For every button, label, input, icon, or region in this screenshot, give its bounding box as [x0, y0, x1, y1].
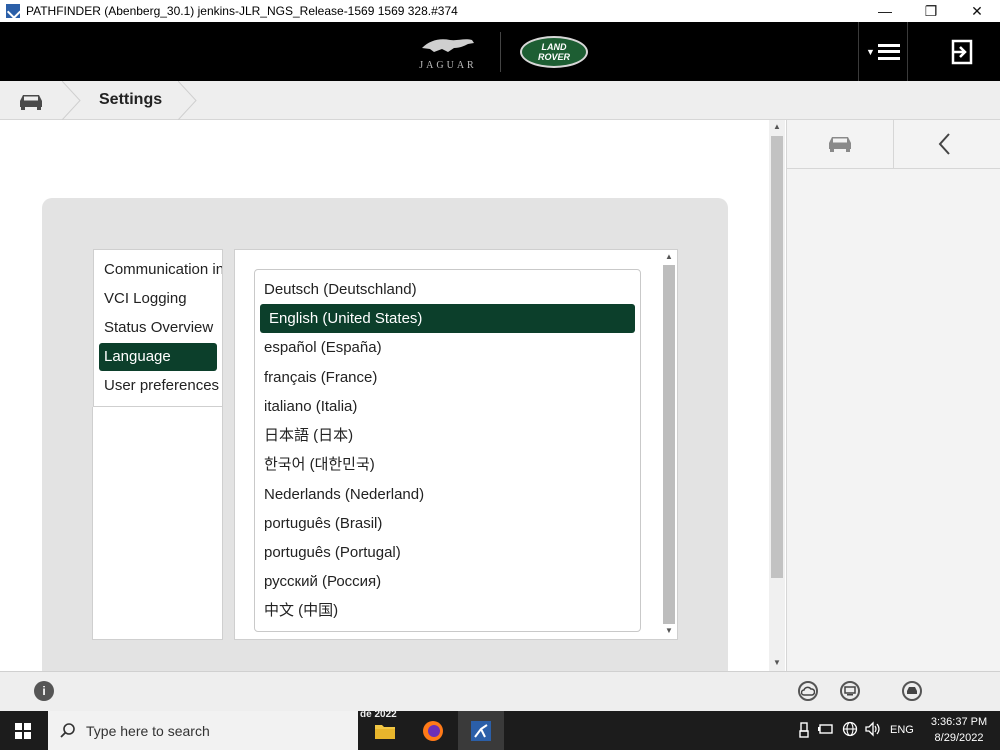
taskbar-clock[interactable]: 3:36:37 PM 8/29/2022	[924, 714, 994, 746]
breadcrumb-settings: Settings	[99, 91, 163, 108]
language-scroll-thumb[interactable]	[663, 265, 675, 624]
settings-nav-list: Communication interface VCI Logging Stat…	[93, 249, 223, 407]
exit-icon	[951, 39, 973, 64]
input-language[interactable]: ENG	[890, 724, 914, 736]
window-title: PATHFINDER (Abenberg_30.1) jenkins-JLR_N…	[26, 4, 458, 18]
scroll-up-icon[interactable]: ▲	[661, 252, 677, 261]
vci-device-icon[interactable]	[840, 681, 860, 701]
nav-item-language[interactable]: Language	[99, 343, 217, 371]
car-icon	[20, 94, 42, 110]
language-nederlands[interactable]: Nederlands (Nederland)	[264, 480, 634, 509]
main-scroll-up-icon[interactable]: ▲	[769, 122, 785, 131]
volume-icon[interactable]	[864, 721, 882, 740]
close-button[interactable]: ✕	[954, 0, 1000, 22]
side-car-icon[interactable]	[827, 134, 853, 152]
nav-item-communication[interactable]: Communication interface	[99, 256, 222, 284]
hamburger-icon	[877, 43, 900, 60]
main-scroll-down-icon[interactable]: ▼	[769, 658, 785, 667]
language-portugues-brasil[interactable]: português (Brasil)	[264, 509, 634, 538]
vehicle-status-icon[interactable]	[902, 681, 922, 701]
usb-icon[interactable]	[798, 722, 810, 741]
jaguar-logo: JAGUAR	[412, 30, 484, 74]
language-deutsch[interactable]: Deutsch (Deutschland)	[264, 275, 634, 304]
language-korean[interactable]: 한국어 (대한민국)	[264, 450, 634, 479]
language-scrollbar[interactable]: ▲ ▼	[661, 250, 677, 639]
window-title-bar: PATHFINDER (Abenberg_30.1) jenkins-JLR_N…	[0, 0, 1000, 22]
language-chinese[interactable]: 中文 (中国)	[264, 596, 634, 625]
network-globe-icon[interactable]	[842, 721, 858, 740]
collapse-back-icon[interactable]	[937, 132, 953, 156]
file-explorer-taskbar-button[interactable]	[362, 711, 408, 750]
minimize-button[interactable]: —	[862, 0, 908, 22]
search-placeholder: Type here to search	[86, 722, 210, 739]
settings-nav-panel	[92, 407, 223, 640]
pathfinder-app-icon	[6, 4, 20, 18]
clock-time: 3:36:37 PM	[930, 716, 988, 728]
land-rover-logo: LAND ROVER	[520, 36, 588, 68]
main-scrollbar[interactable]: ▲ ▼	[769, 120, 785, 671]
language-espanol[interactable]: español (España)	[264, 333, 634, 362]
vehicle-home-button[interactable]	[0, 81, 62, 120]
nav-item-status-overview[interactable]: Status Overview	[99, 314, 217, 342]
language-francais[interactable]: français (France)	[264, 363, 634, 392]
scroll-down-icon[interactable]: ▼	[661, 626, 677, 635]
restore-button[interactable]: ❐	[908, 0, 954, 22]
folder-icon	[375, 724, 395, 739]
language-portugues-portugal[interactable]: português (Portugal)	[264, 538, 634, 567]
side-panel	[786, 120, 1000, 671]
leaper-icon	[422, 39, 474, 52]
pathfinder-taskbar-button[interactable]	[458, 711, 504, 750]
main-scroll-thumb[interactable]	[771, 136, 783, 578]
language-english[interactable]: English (United States)	[260, 304, 635, 333]
language-russian[interactable]: русский (Россия)	[264, 567, 634, 596]
language-japanese[interactable]: 日本語 (日本)	[264, 421, 634, 450]
search-icon	[60, 722, 75, 738]
breadcrumb-end-separator	[178, 81, 197, 120]
land-rover-line2: ROVER	[537, 52, 570, 62]
taskbar-search[interactable]: Type here to search	[48, 711, 358, 750]
land-rover-line1: LAND	[541, 42, 567, 52]
cloud-sync-icon[interactable]	[798, 681, 818, 701]
nav-item-user-preferences[interactable]: User preferences	[99, 372, 219, 400]
language-italiano[interactable]: italiano (Italia)	[264, 392, 634, 421]
brand-divider	[500, 32, 501, 72]
exit-button[interactable]	[944, 22, 980, 81]
nav-item-vci-logging[interactable]: VCI Logging	[99, 285, 217, 313]
jaguar-wordmark: JAGUAR	[419, 60, 477, 71]
info-icon[interactable]: i	[34, 681, 54, 701]
firefox-taskbar-button[interactable]	[410, 711, 456, 750]
clock-date: 8/29/2022	[934, 732, 984, 744]
caret-down-icon: ▼	[866, 46, 875, 57]
battery-icon[interactable]	[818, 722, 834, 739]
windows-logo-icon	[15, 722, 31, 739]
breadcrumb-separator	[62, 81, 81, 120]
side-panel-divider	[893, 120, 894, 169]
firefox-icon	[423, 720, 443, 741]
pathfinder-taskbar-icon	[471, 720, 491, 741]
start-button[interactable]	[0, 711, 46, 750]
main-menu-button[interactable]: ▼	[858, 22, 908, 81]
